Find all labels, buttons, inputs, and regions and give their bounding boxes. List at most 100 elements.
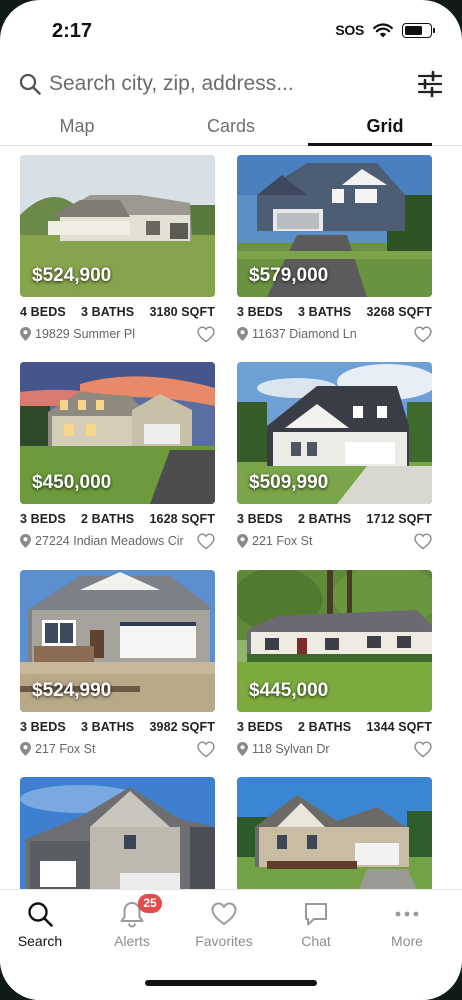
listing-baths: 3 BATHS xyxy=(80,305,135,319)
tab-cards[interactable]: Cards xyxy=(154,108,308,145)
search-input[interactable] xyxy=(49,72,408,96)
listing-card[interactable]: $524,900 4 BEDS 3 BATHS 3180 SQFT 19829 … xyxy=(20,155,215,343)
sos-indicator: SOS xyxy=(335,22,364,38)
listing-photo[interactable] xyxy=(237,777,432,889)
listing-specs: 3 BEDS 3 BATHS 3268 SQFT xyxy=(237,305,432,319)
listing-address: 11637 Diamond Ln xyxy=(252,327,357,341)
listing-address: 118 Sylvan Dr xyxy=(252,742,330,756)
listing-beds: 4 BEDS xyxy=(20,305,66,319)
nav-label: Alerts xyxy=(114,933,150,949)
listing-beds: 3 BEDS xyxy=(237,720,283,734)
location-pin-icon xyxy=(237,742,248,756)
listing-card[interactable] xyxy=(20,777,215,889)
listing-beds: 3 BEDS xyxy=(237,512,283,526)
listing-beds: 3 BEDS xyxy=(20,720,66,734)
listing-sqft: 3180 SQFT xyxy=(149,305,215,319)
nav-alerts[interactable]: 25 Alerts xyxy=(86,894,178,949)
favorite-heart-icon[interactable] xyxy=(197,740,215,758)
listing-photo[interactable]: $524,990 xyxy=(20,570,215,712)
listing-address: 27224 Indian Meadows Cir xyxy=(35,534,184,548)
listing-price: $579,000 xyxy=(249,265,329,286)
listing-address-row: 217 Fox St xyxy=(20,740,215,758)
listing-photo[interactable]: $524,900 xyxy=(20,155,215,297)
listing-photo[interactable]: $445,000 xyxy=(237,570,432,712)
heart-icon xyxy=(211,902,237,926)
listing-price: $524,990 xyxy=(32,680,112,701)
listing-sqft: 3982 SQFT xyxy=(149,720,215,734)
wifi-icon xyxy=(373,22,393,37)
tab-map[interactable]: Map xyxy=(0,108,154,145)
listing-address: 221 Fox St xyxy=(252,534,313,548)
nav-favorites[interactable]: Favorites xyxy=(178,900,270,949)
listing-specs: 3 BEDS 2 BATHS 1628 SQFT xyxy=(20,512,215,526)
location-pin-icon xyxy=(237,327,248,341)
listing-baths: 3 BATHS xyxy=(297,305,352,319)
listing-photo[interactable]: $450,000 xyxy=(20,362,215,504)
nav-label: Search xyxy=(17,933,63,949)
location-pin-icon xyxy=(237,534,248,548)
listing-specs: 4 BEDS 3 BATHS 3180 SQFT xyxy=(20,305,215,319)
favorite-heart-icon[interactable] xyxy=(414,740,432,758)
nav-more[interactable]: More xyxy=(361,900,453,949)
location-pin-icon xyxy=(20,742,31,756)
listing-price: $445,000 xyxy=(249,680,329,701)
alerts-badge: 25 xyxy=(138,894,162,913)
listing-card[interactable] xyxy=(237,777,432,889)
listing-address-row: 221 Fox St xyxy=(237,532,432,550)
nav-search[interactable]: Search xyxy=(0,900,86,949)
listing-sqft: 3268 SQFT xyxy=(366,305,432,319)
listings-grid: $524,900 4 BEDS 3 BATHS 3180 SQFT 19829 … xyxy=(20,155,432,889)
listing-price: $509,990 xyxy=(249,472,329,493)
listing-address: 217 Fox St xyxy=(35,742,96,756)
nav-chat[interactable]: Chat xyxy=(270,900,362,949)
home-indicator[interactable] xyxy=(145,980,317,986)
listing-card[interactable]: $450,000 3 BEDS 2 BATHS 1628 SQFT 27224 … xyxy=(20,362,215,550)
tab-grid[interactable]: Grid xyxy=(308,108,462,146)
search-bar xyxy=(18,64,444,104)
listing-price: $524,900 xyxy=(32,265,112,286)
listing-photo[interactable] xyxy=(20,777,215,889)
status-bar: 2:17 SOS xyxy=(0,0,462,62)
favorite-heart-icon[interactable] xyxy=(414,532,432,550)
location-pin-icon xyxy=(20,534,31,548)
listing-beds: 3 BEDS xyxy=(237,305,283,319)
favorite-heart-icon[interactable] xyxy=(197,325,215,343)
listing-specs: 3 BEDS 2 BATHS 1712 SQFT xyxy=(237,512,432,526)
search-icon xyxy=(19,73,41,95)
listing-card[interactable]: $579,000 3 BEDS 3 BATHS 3268 SQFT 11637 … xyxy=(237,155,432,343)
listing-card[interactable]: $445,000 3 BEDS 2 BATHS 1344 SQFT 118 Sy… xyxy=(237,570,432,758)
search-icon xyxy=(28,902,53,927)
chat-icon xyxy=(305,903,327,926)
listing-specs: 3 BEDS 3 BATHS 3982 SQFT xyxy=(20,720,215,734)
nav-label: Chat xyxy=(301,933,331,949)
app-screen: 2:17 SOS Map Cards Grid xyxy=(0,0,462,1000)
bottom-nav: Search 25 Alerts Favorites Chat More xyxy=(0,889,462,1000)
listing-address: 19829 Summer Pl xyxy=(35,327,136,341)
listing-specs: 3 BEDS 2 BATHS 1344 SQFT xyxy=(237,720,432,734)
listing-baths: 2 BATHS xyxy=(297,512,352,526)
listing-baths: 3 BATHS xyxy=(80,720,135,734)
listing-price: $450,000 xyxy=(32,472,112,493)
listing-address-row: 118 Sylvan Dr xyxy=(237,740,432,758)
listing-baths: 2 BATHS xyxy=(80,512,135,526)
filter-sliders-icon[interactable] xyxy=(416,70,444,98)
listing-sqft: 1712 SQFT xyxy=(366,512,432,526)
listing-sqft: 1628 SQFT xyxy=(149,512,215,526)
listing-card[interactable]: $524,990 3 BEDS 3 BATHS 3982 SQFT 217 Fo… xyxy=(20,570,215,758)
listing-card[interactable]: $509,990 3 BEDS 2 BATHS 1712 SQFT 221 Fo… xyxy=(237,362,432,550)
listing-baths: 2 BATHS xyxy=(297,720,352,734)
listing-photo[interactable]: $509,990 xyxy=(237,362,432,504)
listing-beds: 3 BEDS xyxy=(20,512,66,526)
status-icons: SOS xyxy=(335,22,435,38)
location-pin-icon xyxy=(20,327,31,341)
more-icon xyxy=(395,911,419,917)
favorite-heart-icon[interactable] xyxy=(197,532,215,550)
view-tabs: Map Cards Grid xyxy=(0,108,462,146)
listing-address-row: 11637 Diamond Ln xyxy=(237,325,432,343)
listing-address-row: 27224 Indian Meadows Cir xyxy=(20,532,215,550)
battery-icon xyxy=(402,22,435,38)
listing-sqft: 1344 SQFT xyxy=(366,720,432,734)
favorite-heart-icon[interactable] xyxy=(414,325,432,343)
listing-address-row: 19829 Summer Pl xyxy=(20,325,215,343)
listing-photo[interactable]: $579,000 xyxy=(237,155,432,297)
